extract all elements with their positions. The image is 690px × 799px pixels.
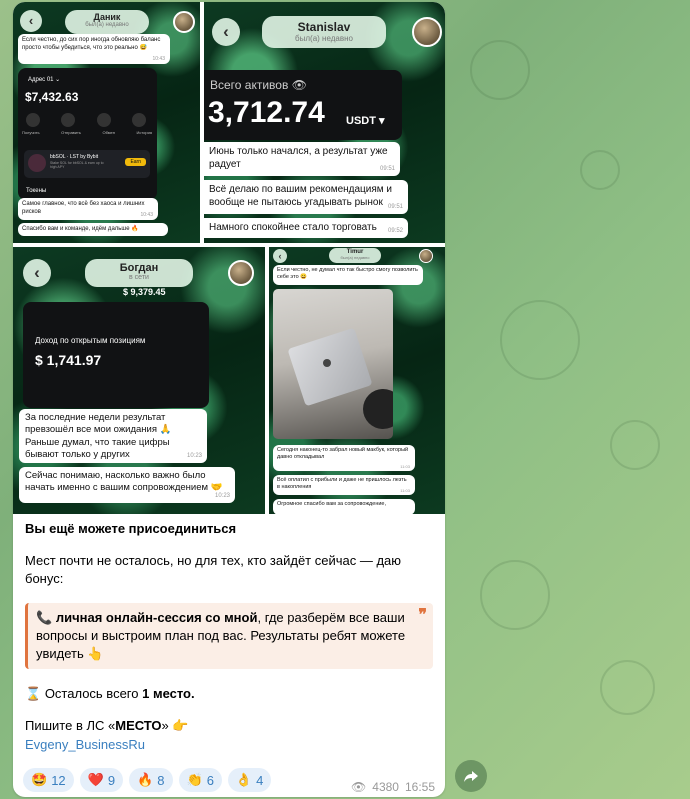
avatar (412, 17, 442, 47)
wallet-screenshot: Адрес 01 ⌄ $7,432.63 Получить Отправить … (18, 68, 157, 200)
reaction-fire[interactable]: 🔥 8 (129, 768, 173, 792)
currency-selector: USDT ▾ (346, 115, 385, 127)
message-bubble: Намного спокойнее стало торговать 09:52 (204, 218, 408, 238)
avatar (228, 260, 254, 286)
background-doodle (610, 420, 660, 470)
wallet-action-label: История (136, 130, 152, 135)
avatar (419, 249, 433, 263)
reaction-star-struck[interactable]: 🤩 12 (23, 768, 74, 792)
screenshot-timur[interactable]: ‹ Timur был(а) недавно Если честно, не д… (269, 247, 445, 514)
chat-header: Timur был(а) недавно (329, 248, 381, 263)
screenshot-danik[interactable]: ‹ Даник был(а) недавно Если честно, до с… (13, 2, 200, 243)
back-icon: ‹ (20, 10, 42, 32)
macbook-photo (273, 289, 393, 439)
reactions-bar: 🤩 12 ❤️ 9 🔥 8 👏 6 👌 4 (23, 768, 272, 792)
avatar (173, 11, 195, 33)
background-doodle (500, 300, 580, 380)
views-count: 4380 (372, 780, 399, 794)
total-assets-value: 3,712.74 (208, 96, 325, 129)
share-arrow-icon (464, 771, 478, 782)
eye-icon: 👁 (351, 780, 367, 794)
hourglass-icon: ⌛ (25, 686, 42, 702)
tokens-label: Токены (26, 188, 47, 194)
reaction-ok-hand[interactable]: 👌 4 (227, 768, 272, 792)
message-bubble: Самое главное, что всё без хаоса и лишни… (18, 198, 158, 220)
message-bubble: Сегодня наконец-то забрал новый макбук, … (273, 445, 415, 471)
top-balance: $ 9,379.45 (123, 287, 166, 297)
message-bubble: За последние недели результат превзошёл … (19, 409, 207, 463)
screenshot-bogdan[interactable]: ‹ Богдан в сети $ 9,379.45 Доход по откр… (13, 247, 265, 514)
post-time: 16:55 (404, 780, 435, 794)
channel-link[interactable]: Evgeny_BusinessRu (25, 736, 433, 754)
message-bubble: Июнь только начался, а результат уже рад… (204, 142, 400, 176)
wallet-action-label: Отправить (61, 130, 81, 135)
pnl-value: $ 1,741.97 (35, 352, 102, 368)
message-bubble: Если честно, до сих пор иногда обновляю … (18, 34, 170, 64)
assets-screenshot: Всего активов 👁 3,712.74 USDT ▾ (204, 70, 402, 140)
message-bubble: Если честно, не думал что так быстро смо… (273, 265, 423, 285)
chat-header: Богдан в сети (85, 259, 193, 287)
wallet-balance: $7,432.63 (25, 90, 79, 104)
screenshot-stanislav[interactable]: ‹ Stanislav был(а) недавно Всего активов… (204, 2, 445, 243)
share-button[interactable] (455, 760, 487, 792)
chat-header: Stanislav был(а) недавно (262, 16, 386, 48)
background-doodle (580, 150, 620, 190)
promo-card: bbSOL · LST by Bybit Stake SOL for bbSOL… (24, 150, 150, 178)
message-bubble: Всё делаю по вашим рекомендациям и вообщ… (204, 180, 408, 214)
phone-icon: 📞 (36, 609, 53, 625)
post-meta: 👁 4380 16:55 (351, 780, 435, 794)
cta-line: Пишите в ЛС «МЕСТО» 👉 (25, 718, 189, 734)
message-bubble: Всё оплатил с прибыли и даже не пришлось… (273, 475, 415, 495)
earn-button: Earn (125, 158, 146, 166)
reaction-clap[interactable]: 👏 6 (178, 768, 222, 792)
post-title: Вы ещё можете присоединиться (25, 521, 237, 536)
wallet-address: Адрес 01 ⌄ (28, 77, 61, 83)
background-doodle (470, 40, 530, 100)
wallet-action-label: Получить (22, 130, 40, 135)
chat-header: Даник был(а) недавно (65, 10, 149, 34)
photo-collage[interactable]: ‹ Даник был(а) недавно Если честно, до с… (13, 2, 445, 514)
post-paragraph: Мест почти не осталось, но для тех, кто … (25, 553, 402, 587)
spots-left: ⌛ Осталось всего 1 место. (25, 686, 195, 702)
pnl-screenshot: Доход по открытым позициям $ 1,741.97 (23, 302, 209, 408)
total-assets-label: Всего активов (210, 78, 289, 92)
post-caption: Вы ещё можете присоединиться Мест почти … (13, 514, 445, 754)
background-doodle (480, 560, 550, 630)
reaction-heart[interactable]: ❤️ 9 (79, 768, 124, 792)
message-bubble: Сейчас понимаю, насколько важно было нач… (19, 467, 235, 503)
blockquote: 📞 личная онлайн-сессия со мной, где разб… (25, 602, 433, 670)
channel-post: ‹ Даник был(а) недавно Если честно, до с… (13, 2, 445, 797)
message-bubble: Спасибо вам и команде, идём дальше 🔥 (18, 223, 168, 236)
message-bubble: Огромное спасибо вам за сопровождение, (273, 499, 415, 514)
back-icon: ‹ (23, 259, 51, 287)
eye-icon: 👁 (291, 78, 307, 92)
wallet-action (26, 113, 146, 127)
wallet-action-label: Обмен (102, 130, 115, 135)
background-doodle (600, 660, 655, 715)
back-icon: ‹ (212, 18, 240, 46)
quote-mark-icon: ❞ (418, 606, 427, 624)
back-icon: ‹ (273, 249, 287, 263)
